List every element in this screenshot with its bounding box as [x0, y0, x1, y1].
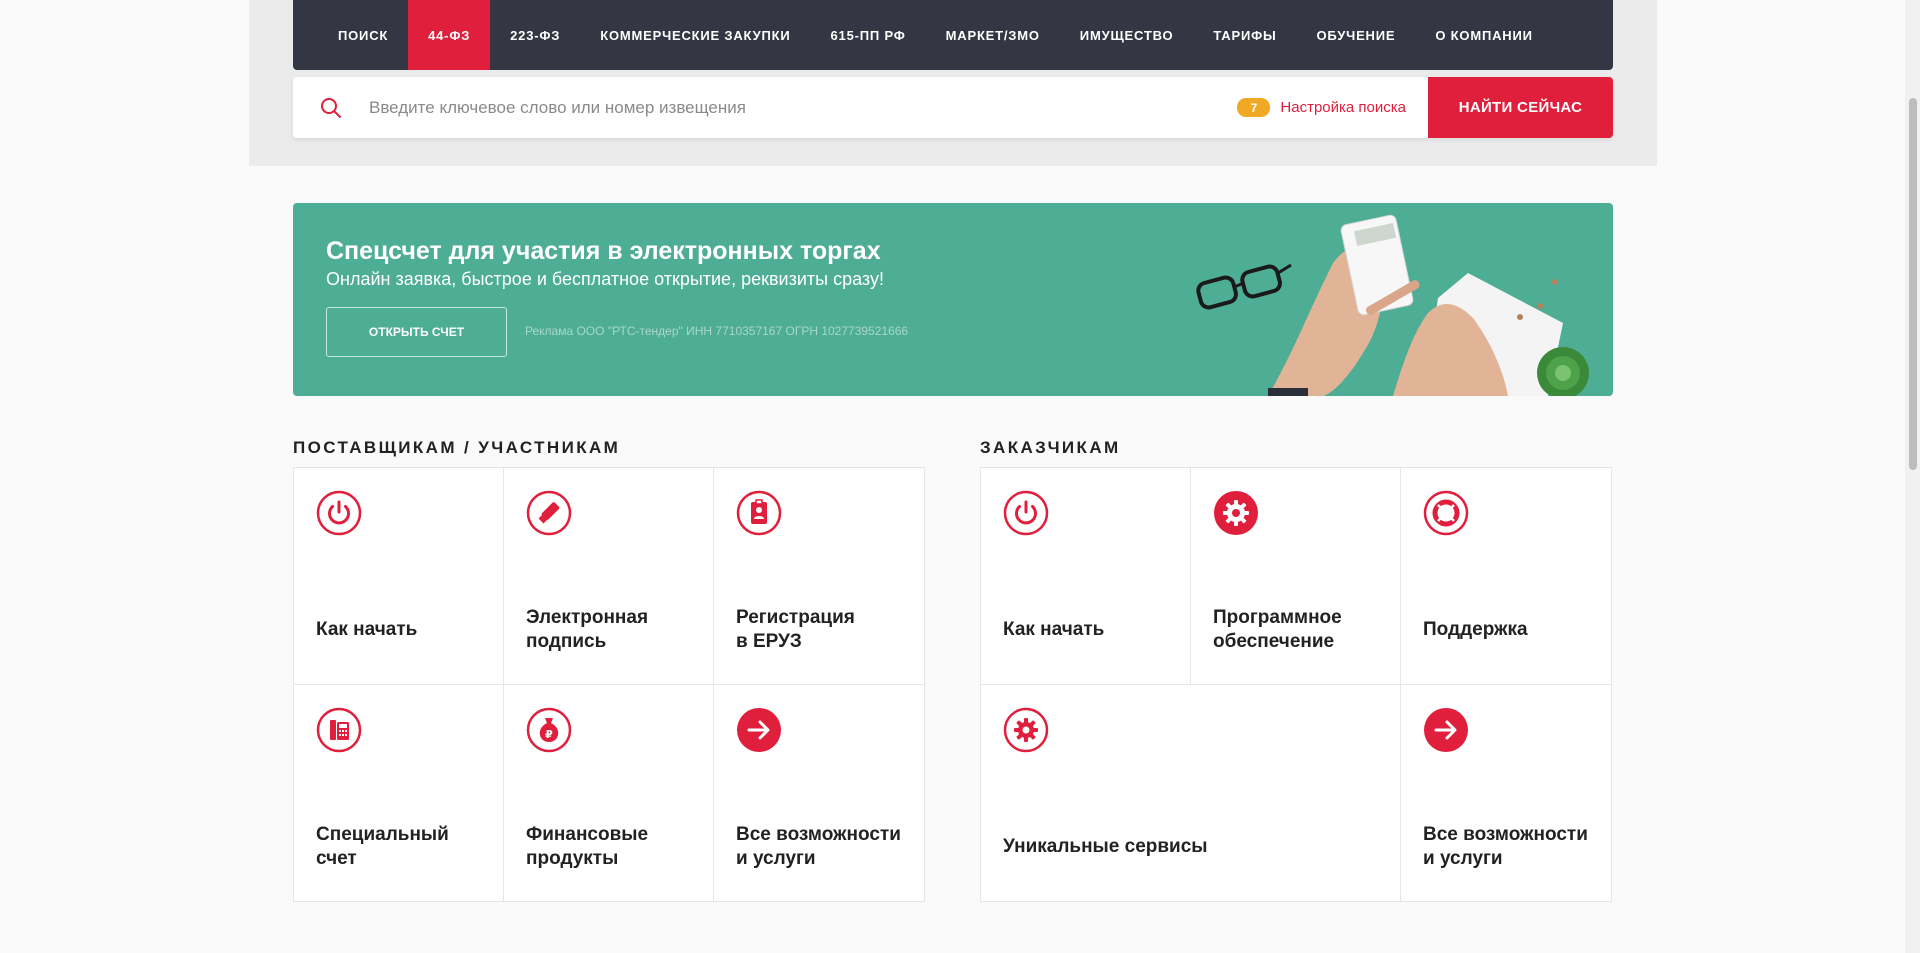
power-icon: [1003, 490, 1049, 536]
customer-tile-unique-services[interactable]: Уникальные сервисы: [981, 684, 1401, 901]
customer-tile-software[interactable]: Программное обеспечение: [1191, 468, 1401, 685]
promo-subtitle: Онлайн заявка, быстрое и бесплатное откр…: [326, 269, 884, 289]
promo-ad-disclaimer: Реклама ООО "РТС-тендер" ИНН 7710357167 …: [525, 324, 909, 338]
supplier-tile-eruz-registration[interactable]: Регистрация в ЕРУЗ: [714, 468, 924, 685]
nav-item-search[interactable]: Поиск: [318, 0, 408, 70]
nav-item-223fz[interactable]: 223-ФЗ: [490, 0, 580, 70]
id-badge-icon: [736, 490, 782, 536]
scrollbar-thumb[interactable]: [1909, 98, 1917, 470]
svg-text:₽: ₽: [545, 728, 553, 741]
suppliers-grid: Как начать Электронная подпись Регистрац…: [293, 467, 925, 902]
power-icon: [316, 490, 362, 536]
tile-label: Как начать: [316, 619, 418, 640]
supplier-tile-financial-products[interactable]: ₽ Финансовые продукты: [504, 684, 714, 901]
lifebuoy-icon: [1423, 490, 1469, 536]
tile-label: Электронная подпись: [526, 607, 649, 652]
tile-label: Финансовые продукты: [526, 823, 649, 869]
page-scrollbar[interactable]: [1905, 0, 1920, 953]
tile-label: Все возможности и услуги: [1423, 823, 1588, 869]
search-input[interactable]: [369, 77, 1238, 138]
customers-grid: Как начать Программное обеспечение Подде…: [980, 467, 1612, 902]
gear-icon: [1214, 491, 1258, 535]
search-settings-count-badge: 7: [1237, 98, 1271, 117]
main-nav: Поиск 44-ФЗ 223-ФЗ Коммерческие закупки …: [293, 0, 1613, 70]
customer-tile-all-services[interactable]: Все возможности и услуги: [1401, 684, 1611, 901]
search-settings-link[interactable]: Настройка поиска: [1280, 99, 1406, 116]
supplier-tile-e-signature[interactable]: Электронная подпись: [504, 468, 714, 685]
search-bar: 7 Настройка поиска Найти сейчас: [293, 77, 1613, 138]
nav-item-property[interactable]: Имущество: [1060, 0, 1194, 70]
customer-tile-support[interactable]: Поддержка: [1401, 468, 1611, 685]
search-icon[interactable]: [319, 96, 343, 120]
open-account-button[interactable]: Открыть счет: [326, 307, 507, 357]
tile-label: Уникальные сервисы: [1003, 835, 1208, 857]
tile-label: Специальный счет: [316, 823, 449, 869]
nav-item-commercial[interactable]: Коммерческие закупки: [580, 0, 810, 70]
gear-icon: [1003, 707, 1049, 752]
supplier-tile-all-services[interactable]: Все возможности и услуги: [714, 684, 924, 901]
calculator-icon: [316, 707, 362, 752]
customers-section-title: Заказчикам: [980, 438, 1121, 457]
customer-tile-how-to-start[interactable]: Как начать: [981, 468, 1191, 685]
nav-item-about[interactable]: О компании: [1415, 0, 1552, 70]
arrow-right-icon: [1424, 707, 1468, 752]
tile-label: Все возможности и услуги: [736, 823, 901, 869]
suppliers-section-title: Поставщикам / участникам: [293, 438, 621, 457]
promo-title: Спецсчет для участия в электронных торга…: [326, 237, 881, 265]
promo-illustration: [1196, 214, 1589, 396]
usb-key-icon: [526, 490, 572, 536]
tile-label: Как начать: [1003, 619, 1105, 640]
supplier-tile-how-to-start[interactable]: Как начать: [294, 468, 504, 685]
search-submit-button[interactable]: Найти сейчас: [1428, 77, 1613, 138]
supplier-tile-special-account[interactable]: Специальный счет: [294, 684, 504, 901]
nav-item-tariffs[interactable]: Тарифы: [1193, 0, 1296, 70]
nav-item-44fz[interactable]: 44-ФЗ: [408, 0, 491, 70]
tile-label: Регистрация в ЕРУЗ: [736, 607, 855, 652]
nav-item-615pp[interactable]: 615-ПП РФ: [811, 0, 926, 70]
promo-banner: Спецсчет для участия в электронных торга…: [293, 203, 1613, 396]
tile-label: Поддержка: [1423, 619, 1528, 640]
arrow-right-icon: [737, 707, 781, 752]
tile-label: Программное обеспечение: [1213, 607, 1342, 652]
nav-item-training[interactable]: Обучение: [1297, 0, 1416, 70]
nav-item-market[interactable]: Маркет/ЗМО: [926, 0, 1060, 70]
money-bag-icon: ₽: [526, 707, 572, 752]
glasses-icon: [1196, 263, 1292, 310]
